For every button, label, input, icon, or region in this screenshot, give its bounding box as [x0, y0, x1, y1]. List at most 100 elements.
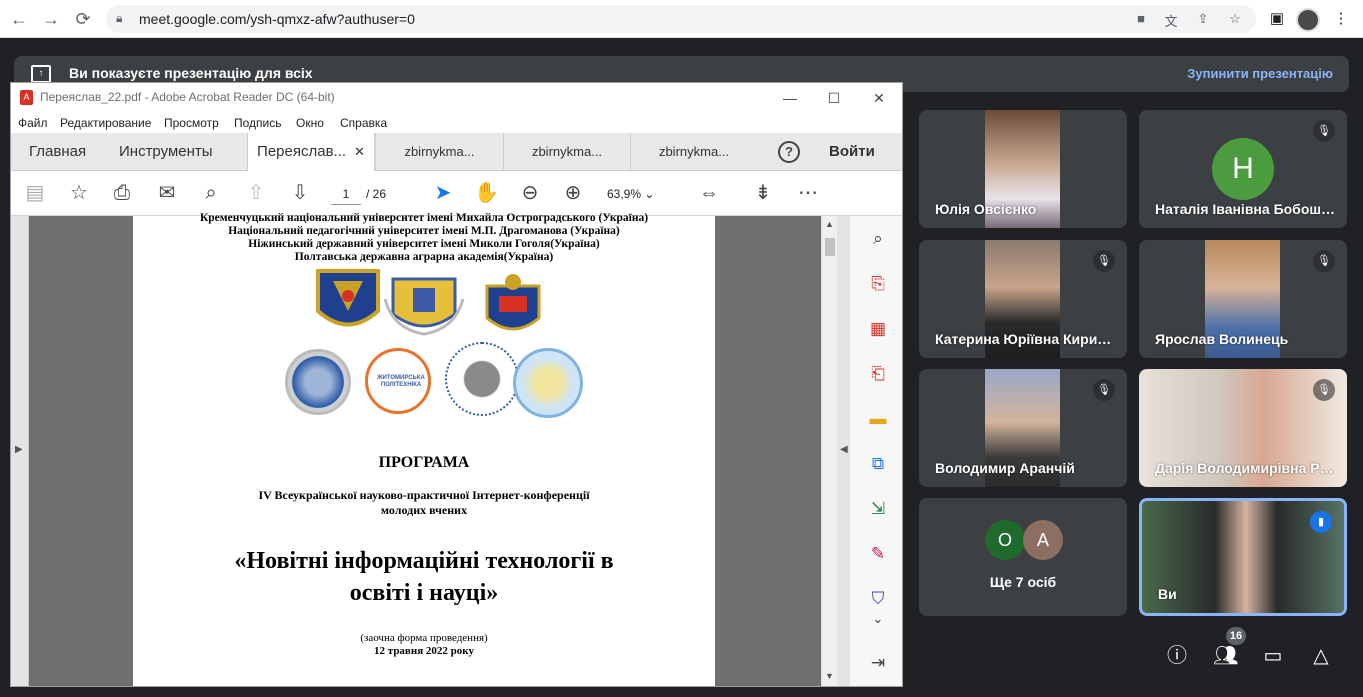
back-icon[interactable]: ← [8, 8, 30, 30]
zoom-in-icon[interactable]: ⊕ [561, 181, 585, 205]
export-pdf-icon[interactable]: ⎗ [867, 363, 889, 385]
scroll-up-icon[interactable]: ▲ [825, 219, 834, 229]
menu-help[interactable]: Справка [340, 116, 387, 130]
conference-title-line: освіті і науці» [349, 580, 499, 606]
sign-in-button[interactable]: Войти [829, 133, 875, 171]
tab-document[interactable]: zbirnykma... [375, 133, 503, 171]
select-cursor-icon[interactable]: ➤ [431, 181, 455, 205]
search-icon[interactable]: ⌕ [199, 181, 223, 205]
chevron-down-icon: ⌄ [644, 187, 655, 201]
mic-off-icon: 🎙︎ [1313, 120, 1335, 142]
conference-line: IV Всеукраїнської науково-практичної Інт… [258, 488, 590, 502]
bookmark-star-icon[interactable]: ☆ [1226, 11, 1244, 27]
pdf-page: Кременчуцький національний університет і… [133, 212, 715, 686]
conference-title-line: «Новітні інформаційні технології в [234, 548, 614, 574]
zoom-search-icon[interactable]: ⌕ [867, 228, 889, 250]
organize-pages-icon[interactable]: ▦ [867, 318, 889, 340]
help-icon[interactable]: ? [778, 141, 800, 163]
address-bar[interactable]: 🔒︎ meet.google.com/ysh-qmxz-afw?authuser… [106, 5, 1256, 33]
scroll-thumb[interactable] [825, 238, 835, 256]
stop-presenting-button[interactable]: Зупинити презентацію [1187, 66, 1333, 81]
participant-tile[interactable]: 🎙︎ Дарія Володимирівна Р… [1139, 369, 1347, 487]
share-icon[interactable]: ⇪ [1194, 11, 1212, 27]
coat-of-arms-logo [316, 269, 380, 327]
presenting-text: Ви показуєте презентацію для всіх [69, 65, 313, 81]
participant-tile[interactable]: 🎙︎ Ярослав Волинець [1139, 240, 1347, 358]
combine-files-icon[interactable]: ⧉ [867, 453, 889, 475]
fill-sign-icon[interactable]: ✎ [867, 543, 889, 565]
compress-icon[interactable]: ⇲ [867, 498, 889, 520]
translate-icon[interactable]: 文 [1162, 11, 1180, 29]
page-down-icon[interactable]: ⇩ [288, 181, 312, 205]
more-participants-label: Ще 7 осіб [989, 574, 1057, 590]
create-pdf-icon[interactable]: ⎘ [867, 273, 889, 295]
maximize-icon[interactable]: ☐ [819, 87, 849, 109]
participant-tile[interactable]: Юлія Овсієнко [919, 110, 1127, 228]
speaking-indicator-icon: ▮ [1310, 511, 1332, 533]
form-text: (заочна форма проведення) [360, 632, 488, 644]
hand-tool-icon[interactable]: ✋ [474, 181, 499, 205]
forward-icon[interactable]: → [40, 8, 62, 30]
participant-name: Катерина Юріївна Кири… [935, 331, 1112, 347]
protect-icon[interactable]: ⛉ [867, 588, 889, 610]
print-icon[interactable]: ⎙ [110, 181, 134, 205]
page-total: / 26 [366, 187, 387, 201]
scroll-down-icon[interactable]: ▼ [825, 671, 834, 681]
tab-close-icon[interactable]: ✕ [354, 144, 365, 159]
menu-sign[interactable]: Подпись [234, 116, 282, 130]
right-panel-toggle[interactable]: ◀ [837, 216, 849, 686]
acrobat-titlebar: A Переяслав_22.pdf - Adobe Acrobat Reade… [11, 83, 902, 113]
tab-document-active[interactable]: Переяслав... ✕ [247, 133, 375, 172]
participant-name: Ви [1158, 586, 1177, 602]
zoom-select[interactable]: 63,9% ⌄ [607, 183, 677, 205]
tab-home[interactable]: Главная [29, 133, 86, 171]
university-line: Полтавська державна аграрна академія(Укр… [294, 251, 554, 263]
comment-icon[interactable]: ▬ [867, 408, 889, 430]
chevron-down-icon[interactable]: ⌄ [867, 608, 889, 630]
bookmark-star-icon[interactable]: ☆ [67, 181, 91, 205]
minimize-icon[interactable]: — [775, 87, 805, 109]
menu-edit[interactable]: Редактирование [60, 116, 151, 130]
university-seal-logo [285, 349, 351, 415]
email-icon[interactable]: ✉ [155, 181, 179, 205]
menu-window[interactable]: Окно [296, 116, 324, 130]
expand-pane-icon[interactable]: ⇥ [867, 652, 889, 674]
conference-line: молодих вчених [380, 503, 468, 517]
side-panel-icon[interactable]: ▣ [1266, 8, 1288, 30]
academy-seal-logo [513, 348, 583, 418]
tab-tools[interactable]: Инструменты [119, 133, 213, 171]
self-tile[interactable]: ▮ Ви [1139, 498, 1347, 616]
participant-avatar: О [985, 520, 1025, 560]
participant-tile[interactable]: Н 🎙︎ Наталія Іванівна Бобош… [1139, 110, 1347, 228]
more-participants-tile[interactable]: О А Ще 7 осіб [919, 498, 1127, 616]
people-icon[interactable]: 👥︎ [1213, 644, 1238, 668]
page-up-icon[interactable]: ⇧ [244, 181, 268, 205]
camera-icon[interactable]: ■ [1132, 11, 1150, 27]
save-icon[interactable]: ▤ [23, 181, 47, 205]
reload-icon[interactable]: ⟳ [72, 8, 94, 30]
participant-tile[interactable]: 🎙︎ Катерина Юріївна Кири… [919, 240, 1127, 358]
participant-tile[interactable]: 🎙︎ Володимир Аранчій [919, 369, 1127, 487]
acrobat-tabs: Главная Инструменты Переяслав... ✕ zbirny… [11, 133, 902, 172]
menu-dots-icon[interactable]: ⋮ [1330, 8, 1352, 30]
participant-name: Наталія Іванівна Бобош… [1155, 201, 1336, 217]
university-line: Кременчуцький національний університет і… [199, 212, 649, 224]
meeting-info-icon[interactable]: ⓘ [1165, 644, 1189, 668]
mic-off-icon: 🎙︎ [1093, 250, 1115, 272]
close-icon[interactable]: ✕ [864, 87, 894, 109]
more-options-icon[interactable]: ⋯ [796, 181, 820, 205]
menu-bar: Файл Редактирование Просмотр Подпись Окн… [11, 113, 902, 133]
scroll-mode-icon[interactable]: ⇟ [751, 181, 775, 205]
chat-icon[interactable]: ▭ [1261, 644, 1285, 668]
tab-document[interactable]: zbirnykma... [630, 133, 757, 171]
menu-file[interactable]: Файл [18, 116, 48, 130]
vertical-scrollbar[interactable]: ▲ ▼ [821, 216, 837, 686]
menu-view[interactable]: Просмотр [164, 116, 219, 130]
profile-avatar[interactable] [1296, 8, 1320, 32]
left-panel-toggle[interactable]: ▶ [11, 216, 29, 686]
activities-icon[interactable]: △ [1309, 644, 1333, 668]
page-number-input[interactable]: 1 [331, 183, 361, 205]
tab-document[interactable]: zbirnykma... [503, 133, 630, 171]
fit-page-icon[interactable]: ⇔ [697, 181, 721, 205]
zoom-out-icon[interactable]: ⊖ [518, 181, 542, 205]
